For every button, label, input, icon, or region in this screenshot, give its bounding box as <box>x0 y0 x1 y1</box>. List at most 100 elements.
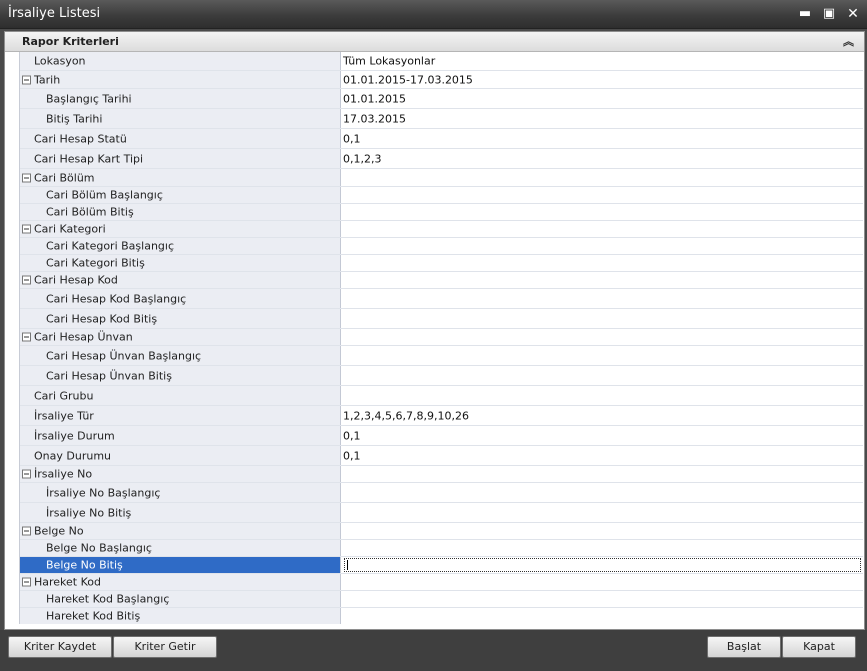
row-name-cell: Bitiş Tarihi <box>20 109 341 128</box>
row-label: Cari Hesap Kod <box>34 273 118 287</box>
row-name-cell: Tarih <box>20 71 341 88</box>
close-button[interactable]: Kapat <box>782 636 856 658</box>
row-label: Hareket Kod Bitiş <box>46 609 141 623</box>
grid-row[interactable]: Cari Hesap Kod Başlangıç <box>20 289 863 309</box>
grid-left-strip <box>5 52 19 624</box>
grid-row[interactable]: İrsaliye Tür 1,2,3,4,5,6,7,8,9,10,26 <box>20 406 863 426</box>
collapse-toggle-icon[interactable] <box>22 224 31 234</box>
grid-row[interactable]: İrsaliye No Başlangıç <box>20 483 863 503</box>
close-icon[interactable]: ✕ <box>844 5 862 23</box>
grid-row[interactable]: Cari Kategori Başlangıç <box>20 238 863 255</box>
grid-row[interactable]: Başlangıç Tarihi 01.01.2015 <box>20 89 863 109</box>
row-name-cell: Hareket Kod Bitiş <box>20 608 341 624</box>
chevron-up-icon[interactable]: ︽ <box>843 33 854 49</box>
grid-row[interactable]: Cari Bölüm <box>20 169 863 187</box>
grid-row[interactable]: Cari Bölüm Başlangıç <box>20 187 863 204</box>
maximize-icon[interactable]: ▣ <box>820 5 838 23</box>
load-criteria-button[interactable]: Kriter Getir <box>113 636 217 658</box>
grid-row[interactable]: Belge No Başlangıç <box>20 540 863 557</box>
grid-row[interactable]: Cari Grubu <box>20 386 863 406</box>
grid-row[interactable]: Bitiş Tarihi 17.03.2015 <box>20 109 863 129</box>
row-name-cell: İrsaliye No Başlangıç <box>20 483 341 502</box>
text-caret <box>347 560 348 570</box>
row-name-cell: Cari Hesap Kod <box>20 272 341 288</box>
grid-row[interactable]: Cari Hesap Statü 0,1 <box>20 129 863 149</box>
row-label: Tarih <box>34 73 61 86</box>
grid-row[interactable]: İrsaliye No Bitiş <box>20 503 863 523</box>
row-label: Lokasyon <box>34 54 86 68</box>
grid-row[interactable]: Lokasyon Tüm Lokasyonlar <box>20 52 863 71</box>
grid-row[interactable]: Cari Hesap Ünvan <box>20 329 863 346</box>
row-name-cell: Cari Hesap Ünvan Başlangıç <box>20 346 341 365</box>
row-value[interactable]: 0,1 <box>343 429 361 442</box>
row-name-cell: İrsaliye Durum <box>20 426 341 445</box>
row-name-cell: Başlangıç Tarihi <box>20 89 341 108</box>
row-label: Hareket Kod Başlangıç <box>46 592 170 606</box>
row-label: Cari Hesap Ünvan Başlangıç <box>46 349 202 362</box>
row-value[interactable]: Tüm Lokasyonlar <box>343 55 435 68</box>
row-name-cell: Cari Hesap Ünvan <box>20 329 341 345</box>
row-label: Cari Hesap Kod Başlangıç <box>46 292 187 305</box>
row-name-cell: Onay Durumu <box>20 446 341 465</box>
row-label: Cari Hesap Ünvan Bitiş <box>46 369 172 382</box>
row-label: Cari Grubu <box>34 389 94 402</box>
report-window: İrsaliye Listesi ▬ ▣ ✕ Rapor Kriterleri … <box>0 0 867 671</box>
grid-row-selected[interactable]: Belge No Bitiş <box>20 557 863 574</box>
row-name-cell: Cari Hesap Ünvan Bitiş <box>20 366 341 385</box>
grid-row[interactable]: Onay Durumu 0,1 <box>20 446 863 466</box>
row-name-cell: İrsaliye No <box>20 466 341 482</box>
collapse-toggle-icon[interactable] <box>22 526 31 536</box>
row-label: İrsaliye No Başlangıç <box>46 486 161 499</box>
collapse-toggle-icon[interactable] <box>22 332 31 342</box>
grid-row[interactable]: İrsaliye Durum 0,1 <box>20 426 863 446</box>
row-label: Cari Hesap Ünvan <box>34 330 133 344</box>
row-value[interactable]: 1,2,3,4,5,6,7,8,9,10,26 <box>343 409 469 422</box>
window-title: İrsaliye Listesi <box>8 6 101 21</box>
collapse-toggle-icon[interactable] <box>22 275 31 285</box>
row-value[interactable]: 0,1,2,3 <box>343 152 381 165</box>
row-label: Cari Hesap Statü <box>34 132 127 145</box>
grid-row[interactable]: Hareket Kod <box>20 574 863 591</box>
start-button[interactable]: Başlat <box>707 636 781 658</box>
save-criteria-button[interactable]: Kriter Kaydet <box>8 636 112 658</box>
row-label: Belge No <box>34 524 84 538</box>
row-name-cell: Cari Kategori Başlangıç <box>20 238 341 254</box>
row-name-cell: Cari Kategori <box>20 221 341 237</box>
row-name-cell: Belge No Bitiş <box>20 557 341 573</box>
row-name-cell: Cari Hesap Statü <box>20 129 341 148</box>
row-value[interactable]: 01.01.2015-17.03.2015 <box>343 73 473 86</box>
row-name-cell: Belge No Başlangıç <box>20 540 341 556</box>
grid-row[interactable]: Hareket Kod Bitiş <box>20 608 863 624</box>
row-name-cell: Cari Bölüm Başlangıç <box>20 187 341 203</box>
row-value[interactable]: 01.01.2015 <box>343 92 406 105</box>
criteria-panel: Rapor Kriterleri ︽ Lokasyon Tüm Lokasyon… <box>4 31 865 630</box>
grid-row[interactable]: Cari Kategori Bitiş <box>20 255 863 272</box>
grid-row[interactable]: Cari Hesap Kod <box>20 272 863 289</box>
row-value[interactable]: 0,1 <box>343 449 361 462</box>
panel-header[interactable]: Rapor Kriterleri ︽ <box>5 32 864 52</box>
row-name-cell: Hareket Kod <box>20 574 341 590</box>
grid-row[interactable]: Cari Hesap Ünvan Bitiş <box>20 366 863 386</box>
row-name-cell: İrsaliye Tür <box>20 406 341 425</box>
row-name-cell: Belge No <box>20 523 341 539</box>
grid-row[interactable]: İrsaliye No <box>20 466 863 483</box>
value-editor-input[interactable] <box>344 558 861 572</box>
row-value[interactable]: 17.03.2015 <box>343 112 406 125</box>
grid-row[interactable]: Cari Hesap Kod Bitiş <box>20 309 863 329</box>
grid-row[interactable]: Belge No <box>20 523 863 540</box>
collapse-toggle-icon[interactable] <box>22 173 31 182</box>
collapse-toggle-icon[interactable] <box>22 75 31 84</box>
row-value[interactable]: 0,1 <box>343 132 361 145</box>
grid-row[interactable]: Hareket Kod Başlangıç <box>20 591 863 608</box>
row-label: Hareket Kod <box>34 575 101 589</box>
grid-row[interactable]: Cari Hesap Ünvan Başlangıç <box>20 346 863 366</box>
row-name-cell: Hareket Kod Başlangıç <box>20 591 341 607</box>
row-label: Onay Durumu <box>34 449 111 462</box>
grid-row[interactable]: Tarih 01.01.2015-17.03.2015 <box>20 71 863 89</box>
grid-row[interactable]: Cari Bölüm Bitiş <box>20 204 863 221</box>
collapse-toggle-icon[interactable] <box>22 469 31 479</box>
grid-row[interactable]: Cari Kategori <box>20 221 863 238</box>
minimize-icon[interactable]: ▬ <box>796 5 814 23</box>
grid-row[interactable]: Cari Hesap Kart Tipi 0,1,2,3 <box>20 149 863 169</box>
collapse-toggle-icon[interactable] <box>22 577 31 587</box>
